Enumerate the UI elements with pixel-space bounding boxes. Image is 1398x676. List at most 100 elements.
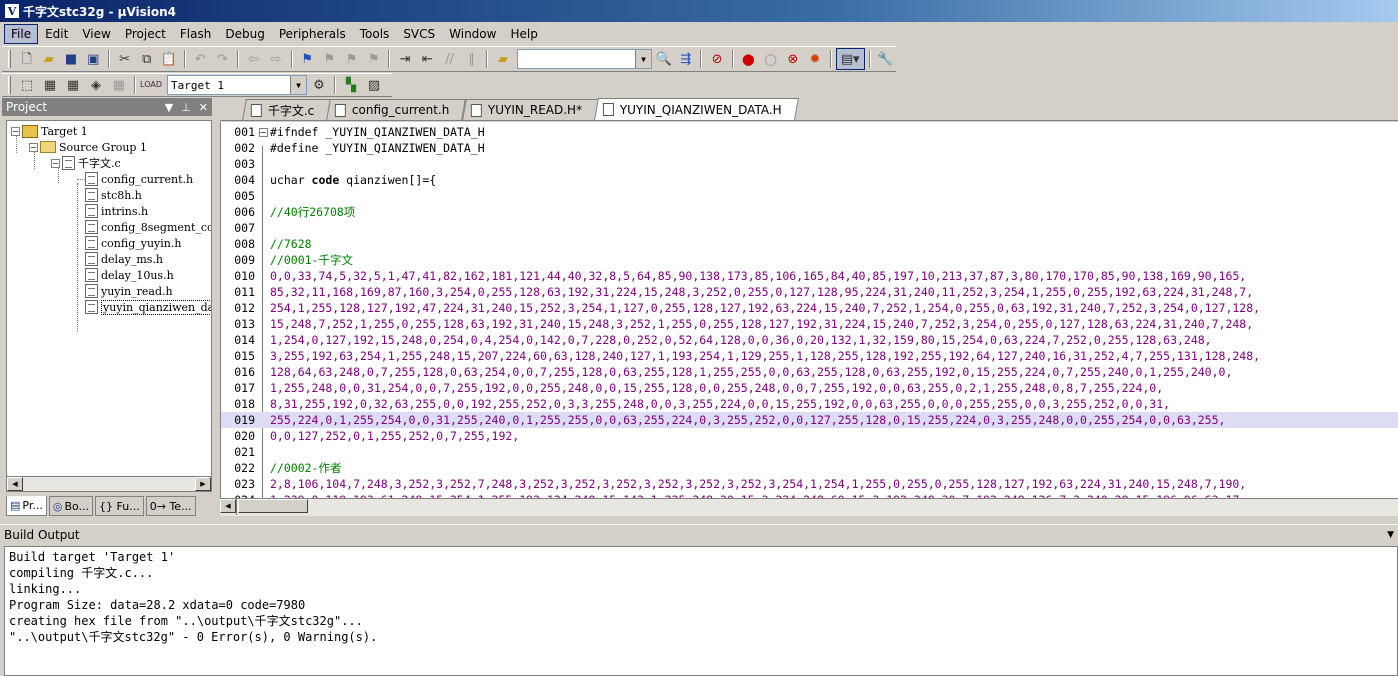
- panel-menu-icon[interactable]: ▼: [165, 101, 173, 114]
- tree-node-target[interactable]: − Target 1: [11, 123, 88, 139]
- comment-icon[interactable]: //: [439, 48, 460, 70]
- tab-books[interactable]: ◎ Bo...: [48, 496, 94, 516]
- code-line[interactable]: 021: [221, 444, 1398, 460]
- toolbar-grip[interactable]: [8, 50, 11, 68]
- code-line[interactable]: 010 0,0,33,74,5,32,5,1,47,41,82,162,181,1…: [221, 268, 1398, 284]
- toolbar-grip[interactable]: [8, 76, 11, 94]
- open-folder-icon[interactable]: ▰: [38, 48, 59, 70]
- code-line[interactable]: 004 uchar code qianziwen[]={: [221, 172, 1398, 188]
- scroll-thumb[interactable]: [238, 499, 308, 513]
- find-combo[interactable]: ▼: [516, 49, 652, 69]
- code-line[interactable]: 003: [221, 156, 1398, 172]
- tree-file-item[interactable]: delay_10us.h: [77, 267, 174, 283]
- menu-tools[interactable]: Tools: [353, 24, 397, 44]
- manage-components-icon[interactable]: ▚: [340, 74, 362, 96]
- tab-project[interactable]: ▤ Pr...: [6, 496, 47, 516]
- batch-build-icon[interactable]: ◈: [85, 74, 107, 96]
- find-in-files-icon[interactable]: ▰: [492, 48, 513, 70]
- unindent-icon[interactable]: ⇤: [417, 48, 438, 70]
- new-file-icon[interactable]: 🗋: [16, 48, 37, 70]
- menu-edit[interactable]: Edit: [38, 24, 75, 44]
- build-icon[interactable]: ▦: [39, 74, 61, 96]
- configure-icon[interactable]: 🔧: [875, 48, 896, 70]
- code-line[interactable]: 014 1,254,0,127,192,15,248,0,254,0,4,254,…: [221, 332, 1398, 348]
- tab-functions[interactable]: {} Fu...: [95, 496, 144, 516]
- tree-file-item[interactable]: stc8h.h: [77, 187, 142, 203]
- code-line[interactable]: 007: [221, 220, 1398, 236]
- code-line[interactable]: 011 85,32,11,168,169,87,160,3,254,0,255,1…: [221, 284, 1398, 300]
- menu-project[interactable]: Project: [118, 24, 173, 44]
- code-line[interactable]: 016 128,64,63,248,0,7,255,128,0,63,254,0,…: [221, 364, 1398, 380]
- menu-help[interactable]: Help: [503, 24, 544, 44]
- editor-hscrollbar[interactable]: ◀: [220, 498, 1398, 516]
- code-line[interactable]: 020 0,0,127,252,0,1,255,252,0,7,255,192,: [221, 428, 1398, 444]
- save-all-icon[interactable]: ▣: [83, 48, 104, 70]
- code-line[interactable]: 017 1,255,248,0,0,31,254,0,0,7,255,192,0,…: [221, 380, 1398, 396]
- tree-file-item[interactable]: yuyin_qianziwen_da: [77, 299, 211, 315]
- collapse-icon[interactable]: −: [11, 126, 20, 136]
- chevron-down-icon[interactable]: ▼: [634, 50, 651, 68]
- tab-templates[interactable]: 0→ Te...: [145, 496, 196, 516]
- nav-back-icon[interactable]: ⇦: [243, 48, 264, 70]
- debug-start-icon[interactable]: ⊘: [706, 48, 727, 70]
- rebuild-icon[interactable]: ▦: [62, 74, 84, 96]
- code-line[interactable]: 013 15,248,7,252,1,255,0,255,128,63,192,3…: [221, 316, 1398, 332]
- code-line[interactable]: 019 255,224,0,1,255,254,0,0,31,255,240,0,…: [221, 412, 1398, 428]
- find-icon[interactable]: 🔍: [653, 48, 674, 70]
- nav-forward-icon[interactable]: ⇨: [265, 48, 286, 70]
- scroll-left-icon[interactable]: ◀: [7, 477, 23, 491]
- indent-icon[interactable]: ⇥: [394, 48, 415, 70]
- load-icon[interactable]: LOAD: [140, 74, 162, 96]
- undo-icon[interactable]: ↶: [190, 48, 211, 70]
- breakpoint-disable-all-icon[interactable]: ⊗: [782, 48, 803, 70]
- tab-file-config-current[interactable]: config_current.h: [326, 99, 467, 120]
- target-options-icon[interactable]: ⚙: [308, 74, 330, 96]
- code-line[interactable]: 006 //40行26708项: [221, 204, 1398, 220]
- menu-debug[interactable]: Debug: [218, 24, 271, 44]
- tree-file-item[interactable]: config_current.h: [77, 171, 193, 187]
- menu-file[interactable]: File: [4, 24, 39, 44]
- menu-view[interactable]: View: [75, 24, 117, 44]
- save-icon[interactable]: ■: [60, 48, 81, 70]
- code-line[interactable]: 002 #define _YUYIN_QIANZIWEN_DATA_H: [221, 140, 1398, 156]
- translate-icon[interactable]: ⬚: [16, 74, 38, 96]
- breakpoint-insert-icon[interactable]: ●: [738, 48, 759, 70]
- menu-flash[interactable]: Flash: [173, 24, 218, 44]
- bookmark-next-icon[interactable]: ⚑: [341, 48, 362, 70]
- breakpoint-kill-all-icon[interactable]: ✹: [804, 48, 825, 70]
- tab-file-yuyin-read[interactable]: YUYIN_READ.H*: [462, 99, 599, 120]
- breakpoint-enable-icon[interactable]: ○: [760, 48, 781, 70]
- collapse-icon[interactable]: −: [258, 127, 268, 137]
- code-line[interactable]: 009 //0001-千字文: [221, 252, 1398, 268]
- code-line[interactable]: 001− #ifndef _YUYIN_QIANZIWEN_DATA_H: [221, 124, 1398, 140]
- incremental-find-icon[interactable]: ⇶: [675, 48, 696, 70]
- stop-build-icon[interactable]: ▦: [108, 74, 130, 96]
- scroll-right-icon[interactable]: ▶: [195, 477, 211, 491]
- code-line[interactable]: 008 //7628: [221, 236, 1398, 252]
- tree-file-item[interactable]: config_8segment_co: [77, 219, 211, 235]
- collapse-icon[interactable]: −: [51, 158, 60, 168]
- code-line[interactable]: 023 2,8,106,104,7,248,3,252,3,252,7,248,3…: [221, 476, 1398, 492]
- bookmark-icon[interactable]: ⚑: [297, 48, 318, 70]
- tree-file-item[interactable]: yuyin_read.h: [77, 283, 173, 299]
- copy-icon[interactable]: ⧉: [136, 48, 157, 70]
- code-editor[interactable]: 001− #ifndef _YUYIN_QIANZIWEN_DATA_H 002 #d…: [220, 122, 1398, 498]
- code-line[interactable]: 018 8,31,255,192,0,32,63,255,0,0,192,255,…: [221, 396, 1398, 412]
- target-select[interactable]: Target 1 ▼: [167, 75, 307, 95]
- code-line[interactable]: 005: [221, 188, 1398, 204]
- chevron-down-icon[interactable]: ▼: [290, 76, 306, 94]
- bookmark-prev-icon[interactable]: ⚑: [319, 48, 340, 70]
- window-layout-icon[interactable]: ▤▾: [835, 48, 865, 70]
- menu-svcs[interactable]: SVCS: [396, 24, 442, 44]
- code-line[interactable]: 015 3,255,192,63,254,1,255,248,15,207,224…: [221, 348, 1398, 364]
- tree-file-item[interactable]: config_yuyin.h: [77, 235, 181, 251]
- project-hscrollbar[interactable]: ◀ ▶: [6, 476, 212, 492]
- manage-books-icon[interactable]: ▨: [363, 74, 385, 96]
- build-output-window[interactable]: Build target 'Target 1' compiling 千字文.c..…: [4, 546, 1398, 676]
- collapse-icon[interactable]: −: [29, 142, 38, 152]
- code-line[interactable]: 012 254,1,255,128,127,192,47,224,31,240,1…: [221, 300, 1398, 316]
- paste-icon[interactable]: 📋: [158, 48, 179, 70]
- code-line[interactable]: 022 //0002-作者: [221, 460, 1398, 476]
- panel-menu-icon[interactable]: ▼: [1387, 530, 1394, 540]
- scroll-left-icon[interactable]: ◀: [220, 499, 236, 513]
